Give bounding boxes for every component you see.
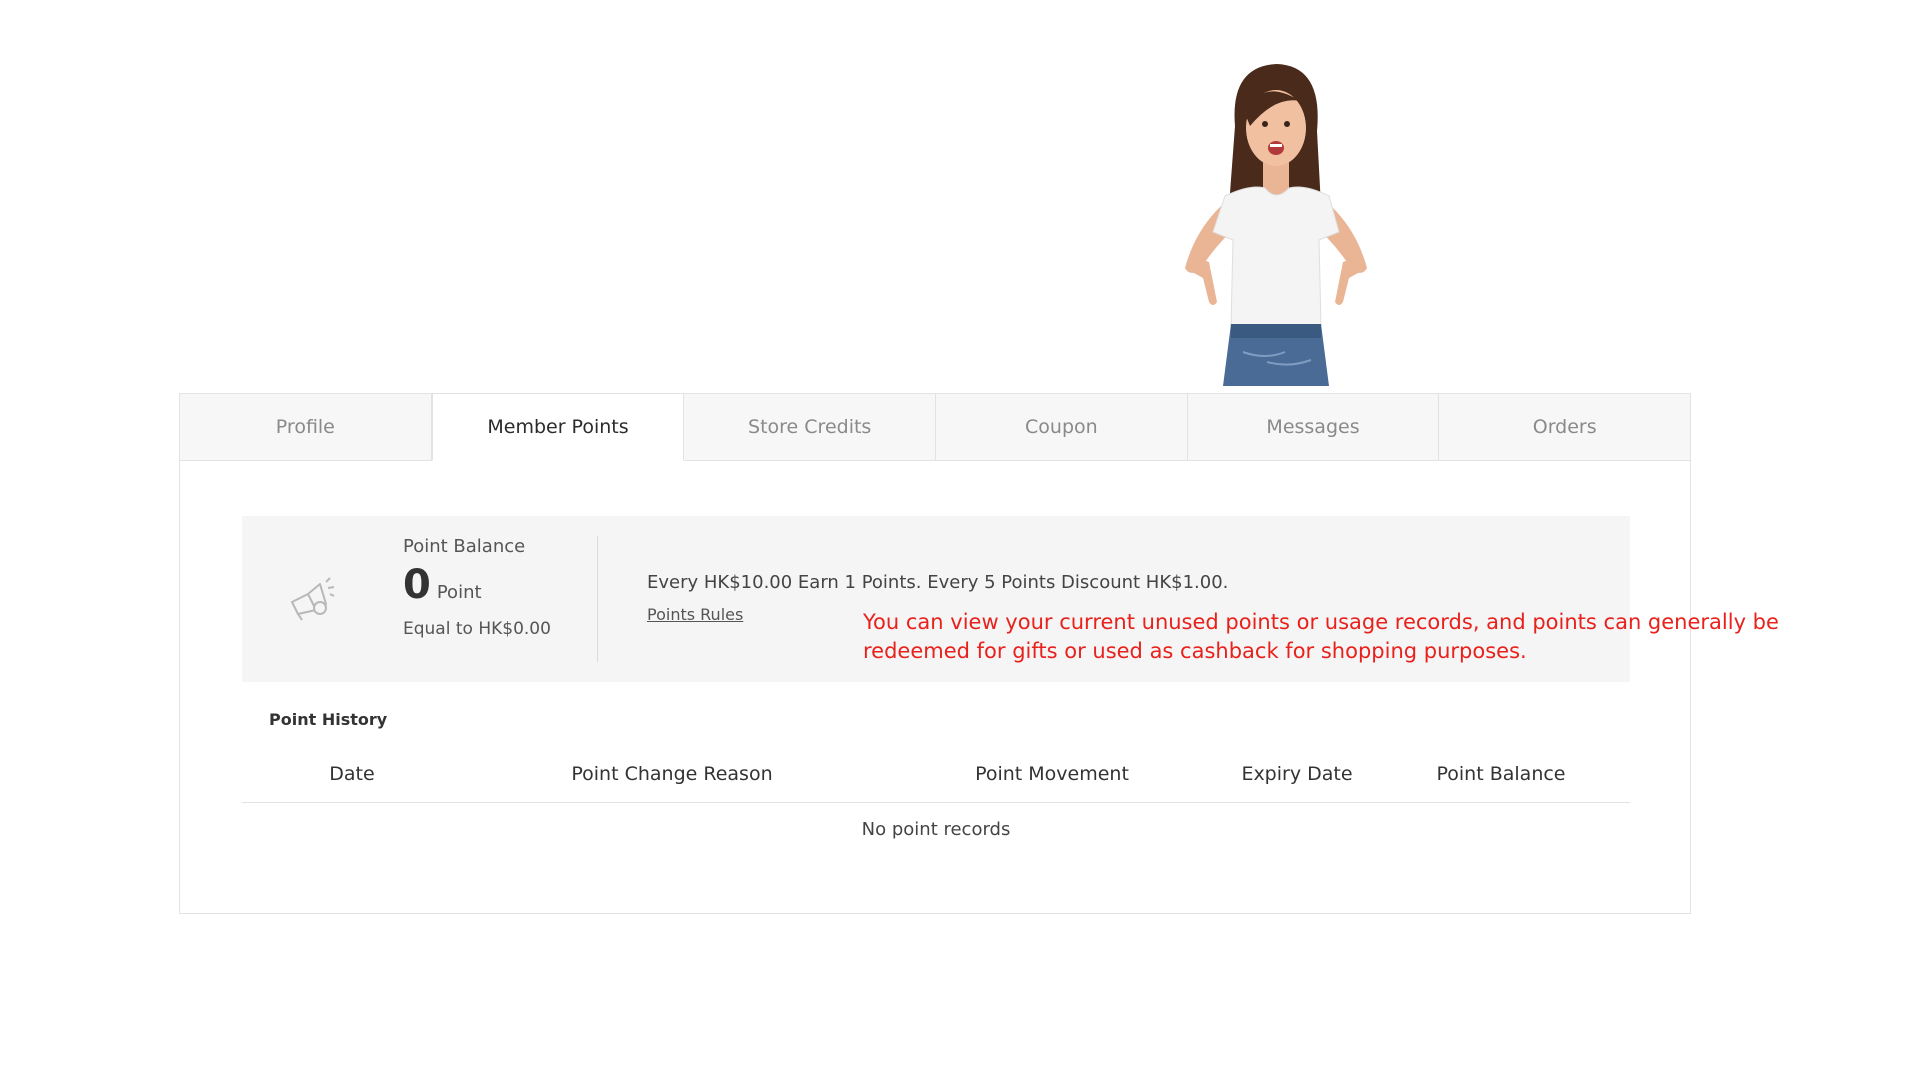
point-balance-label: Point Balance	[403, 536, 526, 557]
column-header-balance: Point Balance	[1436, 763, 1566, 785]
points-rule-text: Every HK$10.00 Earn 1 Points. Every 5 Po…	[647, 572, 1229, 593]
tab-coupon[interactable]: Coupon	[936, 394, 1188, 461]
tab-store-credits[interactable]: Store Credits	[684, 394, 937, 461]
page: Profile Member Points Store Credits Coup…	[0, 0, 1920, 1080]
vertical-divider	[597, 536, 598, 662]
person-pointing-image	[1125, 56, 1425, 386]
annotation-text: You can view your current unused points …	[863, 610, 1779, 663]
tab-bar: Profile Member Points Store Credits Coup…	[180, 394, 1691, 461]
empty-records-message: No point records	[861, 818, 1011, 840]
point-history-title: Point History	[269, 710, 388, 729]
point-equivalent: Equal to HK$0.00	[403, 619, 551, 639]
tab-messages[interactable]: Messages	[1187, 394, 1440, 461]
tab-profile[interactable]: Profile	[180, 394, 432, 461]
tab-orders[interactable]: Orders	[1439, 394, 1691, 461]
table-header: Date Point Change Reason Point Movement …	[242, 746, 1630, 803]
point-history-table: Date Point Change Reason Point Movement …	[242, 746, 1630, 855]
balance-column: Point Balance 0 Point Equal to HK$0.00	[403, 536, 551, 639]
column-header-date: Date	[329, 763, 375, 785]
point-unit: Point	[436, 582, 482, 603]
point-balance-value: 0	[403, 562, 431, 608]
column-header-expiry: Expiry Date	[1241, 763, 1353, 785]
points-rules-link[interactable]: Points Rules	[647, 605, 743, 624]
column-header-movement: Point Movement	[975, 763, 1129, 785]
tab-member-points[interactable]: Member Points	[431, 394, 685, 461]
megaphone-coin-icon	[286, 576, 336, 622]
column-header-reason: Point Change Reason	[571, 763, 773, 785]
point-balance-value-row: 0 Point	[403, 565, 551, 605]
